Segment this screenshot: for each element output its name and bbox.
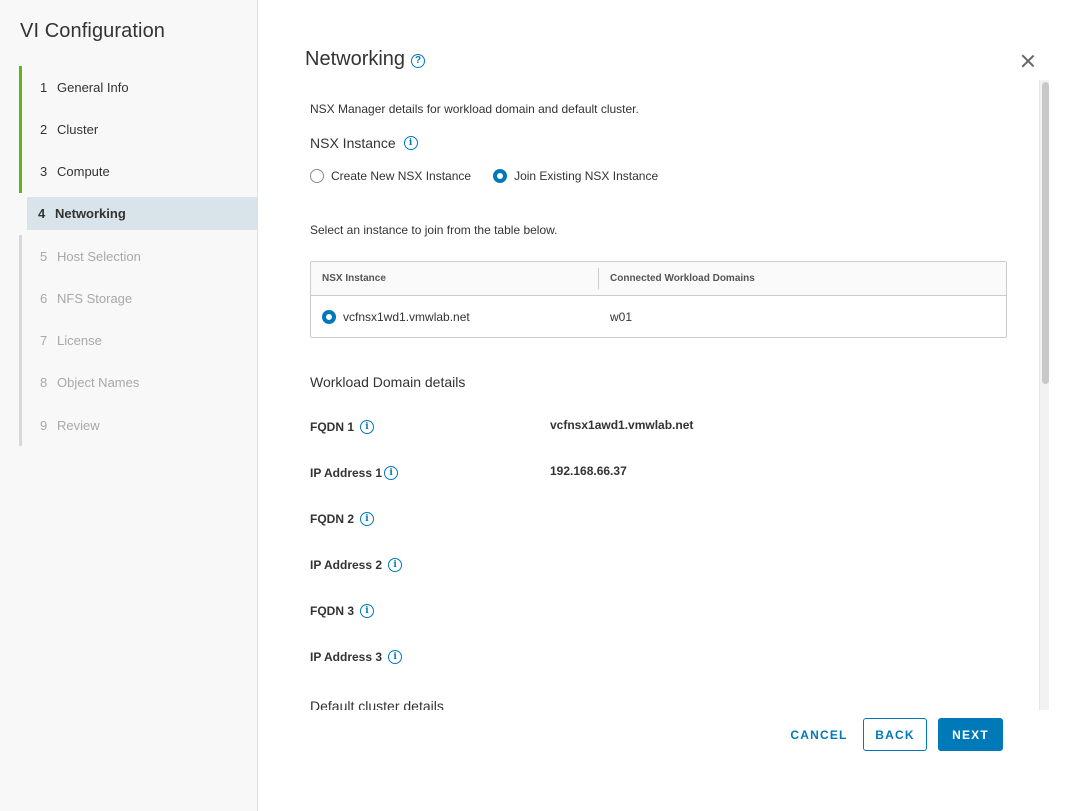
info-icon[interactable]: i xyxy=(360,604,375,618)
table-cell-domains: w01 xyxy=(610,309,633,324)
wizard-steps: 1 General Info 2 Cluster 3 Compute 4 Net… xyxy=(19,66,258,447)
table-cell-instance: vcfnsx1wd1.vmwlab.net xyxy=(311,296,599,337)
table-header: NSX Instance Connected Workload Domains xyxy=(311,262,1006,296)
step-label: Networking xyxy=(55,205,126,221)
field-label-fqdn-1: FQDN 1 i xyxy=(310,420,375,434)
step-label: License xyxy=(57,333,102,349)
radio-button[interactable] xyxy=(493,169,508,183)
step-label: Cluster xyxy=(57,121,99,137)
row-select-radio[interactable] xyxy=(322,309,336,324)
field-label-ip-address-2: IP Address 2 i xyxy=(310,558,403,572)
page-title: Networking ? xyxy=(305,48,426,71)
back-button[interactable]: BACK xyxy=(863,718,927,751)
step-label: Host Selection xyxy=(57,248,141,264)
info-icon[interactable]: i xyxy=(403,136,418,150)
field-label-fqdn-2: FQDN 2 i xyxy=(310,512,375,526)
nsx-instance-options: Create New NSX Instance Join Existing NS… xyxy=(310,169,680,183)
step-networking[interactable]: 4 Networking xyxy=(27,196,258,230)
step-number: 3 xyxy=(40,164,48,180)
close-icon[interactable] xyxy=(1018,51,1038,71)
step-number: 2 xyxy=(40,121,48,137)
step-label: NFS Storage xyxy=(57,290,133,306)
page-description: NSX Manager details for workload domain … xyxy=(310,102,639,116)
step-number: 4 xyxy=(38,205,46,221)
radio-button[interactable] xyxy=(310,169,324,183)
instance-name: vcfnsx1wd1.vmwlab.net xyxy=(343,309,470,324)
step-object-names: 8 Object Names xyxy=(19,361,258,405)
cancel-button[interactable]: CANCEL xyxy=(785,718,853,751)
help-icon[interactable]: ? xyxy=(411,53,426,68)
page-title-text: Networking xyxy=(305,48,406,70)
step-nfs-storage: 6 NFS Storage xyxy=(19,277,258,320)
field-label-text: FQDN 2 xyxy=(310,512,355,526)
field-label-ip-address-1: IP Address 1 i xyxy=(310,466,399,480)
select-instance-prompt: Select an instance to join from the tabl… xyxy=(310,223,558,237)
field-label-fqdn-3: FQDN 3 i xyxy=(310,604,375,618)
step-number: 8 xyxy=(40,375,48,391)
workload-domain-heading: Workload Domain details xyxy=(310,374,466,390)
field-label-ip-address-3: IP Address 3 i xyxy=(310,650,403,664)
radio-label: Join Existing NSX Instance xyxy=(514,169,659,183)
info-icon[interactable]: i xyxy=(384,466,399,480)
step-number: 1 xyxy=(40,79,48,95)
field-label-text: IP Address 2 xyxy=(310,558,383,572)
content-scrollbar[interactable] xyxy=(1039,80,1049,710)
column-header-nsx-instance[interactable]: NSX Instance xyxy=(311,268,599,289)
field-label-text: IP Address 1 xyxy=(310,466,383,480)
step-host-selection: 5 Host Selection xyxy=(19,234,258,278)
step-label: Review xyxy=(57,417,100,433)
nsx-instance-heading: NSX Instance i xyxy=(310,135,418,151)
wizard-main: Networking ? NSX Manager details for wor… xyxy=(258,0,1077,811)
field-label-text: FQDN 3 xyxy=(310,604,355,618)
wizard-title: VI Configuration xyxy=(20,20,166,42)
wizard-dialog: VI Configuration 1 General Info 2 Cluste… xyxy=(0,0,1077,811)
step-number: 6 xyxy=(40,290,48,306)
step-number: 7 xyxy=(40,333,48,349)
scrollbar-thumb[interactable] xyxy=(1042,82,1049,384)
step-review: 9 Review xyxy=(19,404,258,447)
info-icon[interactable]: i xyxy=(388,558,403,572)
info-icon[interactable]: i xyxy=(360,420,375,434)
radio-create-new-nsx[interactable]: Create New NSX Instance xyxy=(310,169,471,183)
field-label-text: FQDN 1 xyxy=(310,420,355,434)
table-row[interactable]: vcfnsx1wd1.vmwlab.net w01 xyxy=(311,296,1006,337)
content-scroll-area: NSX Manager details for workload domain … xyxy=(310,80,1045,710)
field-value-ip-address-1: 192.168.66.37 xyxy=(550,464,627,478)
step-number: 5 xyxy=(40,248,48,264)
next-button[interactable]: NEXT xyxy=(938,718,1003,751)
step-label: General Info xyxy=(57,79,129,95)
radio-join-existing-nsx[interactable]: Join Existing NSX Instance xyxy=(493,169,658,183)
step-general-info[interactable]: 1 General Info xyxy=(19,66,258,109)
step-number: 9 xyxy=(40,417,48,433)
wizard-sidebar: VI Configuration 1 General Info 2 Cluste… xyxy=(0,0,258,811)
field-label-text: IP Address 3 xyxy=(310,650,383,664)
info-icon[interactable]: i xyxy=(388,650,403,664)
nsx-instance-table: NSX Instance Connected Workload Domains … xyxy=(310,261,1007,338)
nsx-instance-heading-text: NSX Instance xyxy=(310,135,396,151)
step-label: Compute xyxy=(57,164,110,180)
field-value-fqdn-1: vcfnsx1awd1.vmwlab.net xyxy=(550,418,694,432)
default-cluster-heading: Default cluster details xyxy=(310,698,444,710)
info-icon[interactable]: i xyxy=(360,512,375,526)
radio-label: Create New NSX Instance xyxy=(331,169,472,183)
column-header-connected-domains[interactable]: Connected Workload Domains xyxy=(599,262,755,295)
step-cluster[interactable]: 2 Cluster xyxy=(19,108,258,151)
step-license: 7 License xyxy=(19,319,258,362)
step-label: Object Names xyxy=(57,375,140,391)
step-compute[interactable]: 3 Compute xyxy=(19,150,258,193)
